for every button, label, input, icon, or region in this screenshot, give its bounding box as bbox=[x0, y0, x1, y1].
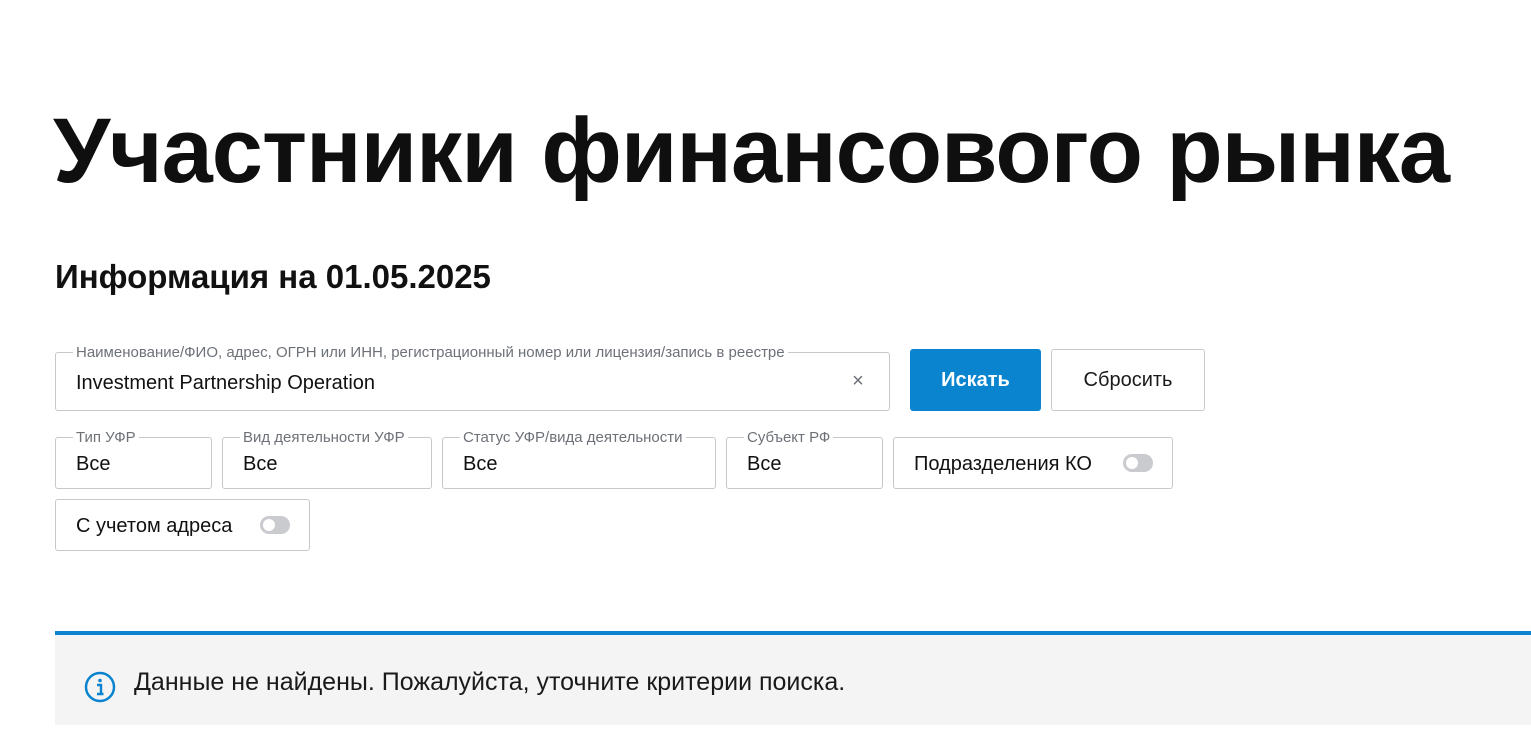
filter-status-select[interactable]: Статус УФР/вида деятельности Все bbox=[442, 429, 716, 489]
filter-type-select[interactable]: Тип УФР Все bbox=[55, 429, 212, 489]
no-results-text: Данные не найдены. Пожалуйста, уточните … bbox=[134, 668, 846, 696]
search-input-value[interactable]: Investment Partnership Operation bbox=[76, 372, 836, 395]
filter-status-label: Статус УФР/вида деятельности bbox=[460, 429, 686, 446]
filter-activity-label: Вид деятельности УФР bbox=[240, 429, 408, 446]
toggle-knob bbox=[263, 519, 275, 531]
info-date-heading: Информация на 01.05.2025 bbox=[55, 258, 491, 295]
search-input-label: Наименование/ФИО, адрес, ОГРН или ИНН, р… bbox=[73, 344, 788, 361]
info-icon bbox=[84, 671, 116, 703]
clear-icon[interactable]: × bbox=[849, 371, 867, 391]
address-toggle-switch[interactable] bbox=[260, 516, 290, 534]
branches-toggle-switch[interactable] bbox=[1123, 454, 1153, 472]
filter-activity-select[interactable]: Вид деятельности УФР Все bbox=[222, 429, 432, 489]
address-toggle-field[interactable]: С учетом адреса bbox=[55, 499, 310, 551]
filter-region-select[interactable]: Субъект РФ Все bbox=[726, 429, 883, 489]
search-button[interactable]: Искать bbox=[910, 349, 1041, 411]
filter-status-value: Все bbox=[463, 453, 498, 475]
filter-type-label: Тип УФР bbox=[73, 429, 139, 446]
filter-region-value: Все bbox=[747, 453, 782, 475]
page-title: Участники финансового рынка bbox=[53, 100, 1450, 202]
page: Участники финансового рынка Информация н… bbox=[0, 0, 1531, 731]
toggle-knob bbox=[1126, 457, 1138, 469]
filter-type-value: Все bbox=[76, 453, 111, 475]
reset-button[interactable]: Сбросить bbox=[1051, 349, 1205, 411]
no-results-notice: Данные не найдены. Пожалуйста, уточните … bbox=[55, 631, 1531, 725]
branches-toggle-label: Подразделения КО bbox=[914, 453, 1092, 475]
branches-toggle-field[interactable]: Подразделения КО bbox=[893, 437, 1173, 489]
search-input[interactable]: Наименование/ФИО, адрес, ОГРН или ИНН, р… bbox=[55, 344, 890, 411]
filter-region-label: Субъект РФ bbox=[744, 429, 834, 446]
filter-activity-value: Все bbox=[243, 453, 278, 475]
address-toggle-label: С учетом адреса bbox=[76, 515, 233, 537]
